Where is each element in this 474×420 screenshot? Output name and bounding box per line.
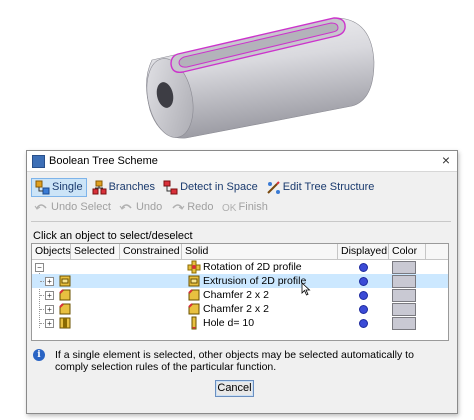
undo-select-label: Undo Select	[51, 201, 111, 213]
branches-icon	[92, 180, 107, 195]
close-icon[interactable]: ×	[442, 152, 450, 168]
undo-icon	[119, 200, 134, 215]
displayed-indicator[interactable]	[359, 277, 368, 286]
color-swatch[interactable]	[392, 289, 416, 302]
history-toolbar: Undo Select Undo Redo OK Finish	[31, 198, 273, 216]
solid-name: Extrusion of 2D profile	[203, 275, 307, 287]
boolean-tree-table: Objects Selected Constrained Solid Displ…	[31, 243, 449, 341]
table-row[interactable]: + Hole d= 10	[32, 316, 448, 330]
cancel-button[interactable]: Cancel	[215, 380, 254, 397]
chamfer-feature-icon	[187, 288, 201, 302]
finish-label: Finish	[238, 201, 268, 213]
hole-feature-icon	[187, 316, 201, 330]
expand-toggle[interactable]: +	[45, 291, 54, 300]
displayed-indicator[interactable]	[359, 305, 368, 314]
column-constrained[interactable]: Constrained	[120, 244, 182, 259]
collapse-toggle[interactable]: −	[35, 263, 44, 272]
hole-feature-icon	[58, 316, 72, 330]
mouse-cursor-icon	[301, 282, 311, 296]
edit-tree-structure-button[interactable]: Edit Tree Structure	[263, 179, 378, 196]
expand-toggle[interactable]: +	[45, 319, 54, 328]
column-displayed[interactable]: Displayed	[338, 244, 389, 259]
displayed-indicator[interactable]	[359, 291, 368, 300]
table-row[interactable]: − Rotation of 2D profile	[32, 260, 448, 274]
detect-in-space-label: Detect in Space	[180, 181, 258, 193]
cylinder-part-model	[146, 17, 375, 139]
dialog-titlebar: Boolean Tree Scheme ×	[27, 151, 457, 172]
svg-text:OK: OK	[222, 203, 237, 214]
detect-in-space-button[interactable]: Detect in Space	[160, 179, 261, 196]
table-row[interactable]: + Chamfer 2 x 2	[32, 288, 448, 302]
column-solid[interactable]: Solid	[182, 244, 338, 259]
solid-name: Chamfer 2 x 2	[203, 289, 269, 301]
column-selected[interactable]: Selected	[71, 244, 120, 259]
table-row[interactable]: + Chamfer 2 x 2	[32, 302, 448, 316]
table-row[interactable]: + Extrusion of 2D profile	[32, 274, 448, 288]
branches-label: Branches	[108, 181, 156, 193]
edit-tree-structure-icon	[266, 180, 281, 195]
finish-icon: OK	[222, 200, 237, 215]
boolean-tree-dialog: Boolean Tree Scheme × Single Branches De…	[26, 150, 458, 414]
solid-name: Hole d= 10	[203, 317, 255, 329]
undo-button[interactable]: Undo	[116, 199, 165, 216]
redo-icon	[170, 200, 185, 215]
column-color[interactable]: Color	[389, 244, 426, 259]
redo-label: Redo	[187, 201, 214, 213]
info-text: If a single element is selected, other o…	[55, 349, 414, 373]
expand-toggle[interactable]: +	[45, 305, 54, 314]
single-label: Single	[52, 181, 83, 193]
single-select-icon	[35, 180, 50, 195]
undo-select-icon	[34, 200, 49, 215]
detect-in-space-icon	[163, 180, 178, 195]
chamfer-feature-icon	[187, 302, 201, 316]
chamfer-feature-icon	[58, 302, 72, 316]
redo-button[interactable]: Redo	[167, 199, 216, 216]
edit-tree-structure-label: Edit Tree Structure	[282, 181, 375, 193]
mode-toolbar: Single Branches Detect in Space Edit Tre…	[31, 177, 379, 197]
toolbar-divider	[31, 221, 451, 222]
model-viewport[interactable]	[0, 0, 474, 150]
chamfer-feature-icon	[58, 288, 72, 302]
dialog-title: Boolean Tree Scheme	[49, 155, 158, 167]
single-button[interactable]: Single	[31, 177, 87, 197]
info-icon: i	[33, 349, 45, 361]
displayed-indicator[interactable]	[359, 319, 368, 328]
undo-label: Undo	[135, 201, 163, 213]
color-swatch[interactable]	[392, 317, 416, 330]
column-objects[interactable]: Objects	[32, 244, 71, 259]
color-swatch[interactable]	[392, 275, 416, 288]
rotation-feature-icon	[187, 260, 201, 274]
selection-hint: Click an object to select/deselect	[33, 230, 193, 242]
solid-name: Rotation of 2D profile	[203, 261, 302, 273]
extrusion-feature-icon	[58, 274, 72, 288]
branches-button[interactable]: Branches	[89, 179, 158, 196]
solid-name: Chamfer 2 x 2	[203, 303, 269, 315]
displayed-indicator[interactable]	[359, 263, 368, 272]
finish-button[interactable]: OK Finish	[219, 199, 271, 216]
extrusion-feature-icon	[187, 274, 201, 288]
expand-toggle[interactable]: +	[45, 277, 54, 286]
color-swatch[interactable]	[392, 303, 416, 316]
app-icon	[32, 155, 45, 168]
table-header: Objects Selected Constrained Solid Displ…	[32, 244, 448, 260]
undo-select-button[interactable]: Undo Select	[31, 199, 114, 216]
color-swatch[interactable]	[392, 261, 416, 274]
